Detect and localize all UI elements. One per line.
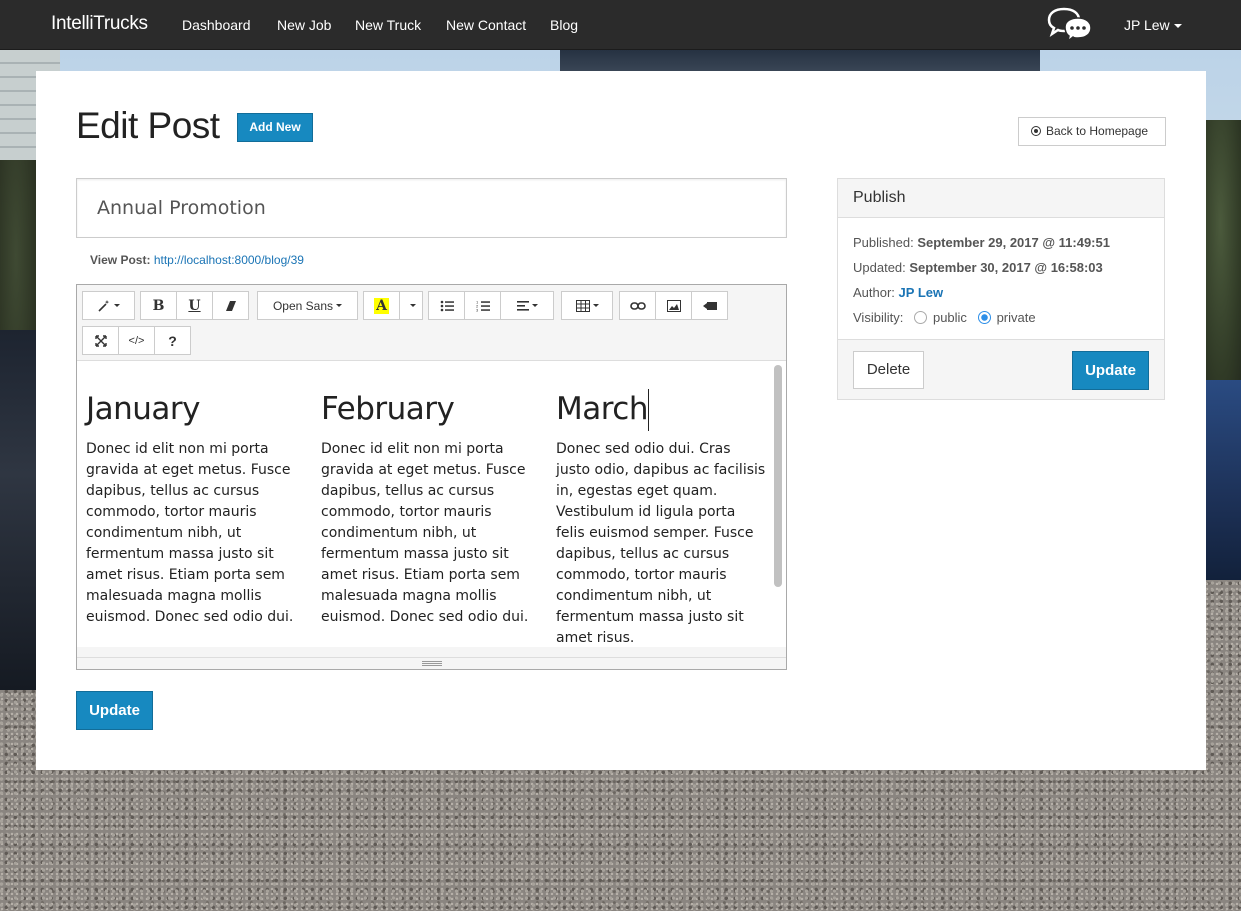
font-family-dropdown[interactable]: Open Sans — [257, 291, 358, 320]
visibility-row: Visibility: public private — [853, 305, 1149, 330]
user-menu[interactable]: JP Lew — [1124, 17, 1182, 33]
font-color-icon[interactable]: A — [363, 291, 400, 320]
eraser-icon[interactable] — [212, 291, 249, 320]
nav-blog[interactable]: Blog — [550, 17, 578, 33]
visibility-public-label: public — [932, 310, 967, 325]
content-column-january: January Donec id elit non mi porta gravi… — [86, 391, 296, 628]
svg-text:3: 3 — [476, 307, 479, 312]
link-icon[interactable] — [619, 291, 656, 320]
style-group — [82, 291, 135, 320]
back-to-homepage-button[interactable]: Back to Homepage — [1018, 117, 1166, 146]
publish-panel-footer: Delete Update — [838, 339, 1164, 399]
editor-resize-handle[interactable] — [77, 657, 786, 669]
unordered-list-icon[interactable] — [428, 291, 465, 320]
magic-wand-icon[interactable] — [82, 291, 135, 320]
user-name: JP Lew — [1124, 17, 1170, 33]
underline-icon[interactable]: U — [176, 291, 213, 320]
update-button[interactable]: Update — [76, 691, 153, 730]
video-icon[interactable] — [691, 291, 728, 320]
column-heading: February — [321, 391, 455, 427]
top-navbar: IntelliTrucks Dashboard New Job New Truc… — [0, 0, 1241, 50]
updated-label: Updated: — [853, 260, 906, 275]
content-column-march: March Donec sed odio dui. Cras justo odi… — [556, 391, 766, 647]
vertical-scrollbar[interactable] — [774, 365, 782, 587]
font-family-group: Open Sans — [257, 291, 358, 320]
grip-icon — [422, 661, 442, 666]
content-column-february: February Donec id elit non mi porta grav… — [321, 391, 531, 628]
view-post-url[interactable]: http://localhost:8000/blog/39 — [154, 253, 304, 267]
chevron-down-icon — [1173, 24, 1182, 29]
ordered-list-icon[interactable]: 123 — [464, 291, 501, 320]
color-group: A — [363, 291, 423, 320]
add-new-button[interactable]: Add New — [237, 113, 313, 142]
brand-logo[interactable]: IntelliTrucks — [51, 13, 148, 35]
update-sidebar-button[interactable]: Update — [1072, 351, 1149, 390]
view-post-link-row: View Post: http://localhost:8000/blog/39 — [90, 253, 304, 267]
text-cursor — [648, 389, 649, 431]
page-title: Edit Post — [76, 105, 220, 146]
publish-panel: Publish Published: September 29, 2017 @ … — [837, 178, 1165, 400]
editor-toolbar: B U Open Sans A 123 </> ? — [77, 285, 786, 360]
updated-row: Updated: September 30, 2017 @ 16:58:03 — [853, 255, 1149, 280]
visibility-private-label: private — [996, 310, 1036, 325]
updated-value: September 30, 2017 @ 16:58:03 — [909, 260, 1103, 275]
publish-panel-body: Published: September 29, 2017 @ 11:49:51… — [838, 218, 1164, 330]
delete-button[interactable]: Delete — [853, 351, 924, 389]
help-icon[interactable]: ? — [154, 326, 191, 355]
nav-dashboard[interactable]: Dashboard — [182, 17, 251, 33]
publish-panel-heading: Publish — [838, 179, 1164, 218]
view-post-label: View Post: — [90, 253, 151, 267]
column-text: Donec sed odio dui. Cras justo odio, dap… — [556, 441, 766, 646]
author-label: Author: — [853, 285, 895, 300]
nav-new-contact[interactable]: New Contact — [446, 17, 526, 33]
back-label: Back to Homepage — [1046, 124, 1149, 138]
view-group: </> ? — [82, 326, 191, 355]
visibility-label: Visibility: — [853, 310, 904, 325]
content-card: Edit Post Add New Back to Homepage Annua… — [36, 71, 1206, 770]
post-title-input[interactable]: Annual Promotion — [76, 178, 787, 238]
chat-bubbles-icon[interactable] — [1045, 6, 1095, 46]
paragraph-group: 123 — [428, 291, 554, 320]
column-heading: March — [556, 391, 649, 427]
visibility-public-radio[interactable] — [913, 311, 927, 324]
table-icon[interactable] — [561, 291, 613, 320]
editor-content-area[interactable]: January Donec id elit non mi porta gravi… — [77, 360, 786, 647]
published-row: Published: September 29, 2017 @ 11:49:51 — [853, 230, 1149, 255]
nav-new-job[interactable]: New Job — [277, 17, 331, 33]
fullscreen-icon[interactable] — [82, 326, 119, 355]
column-text: Donec id elit non mi porta gravida at eg… — [321, 441, 529, 625]
table-group — [561, 291, 613, 320]
bold-icon[interactable]: B — [140, 291, 177, 320]
published-label: Published: — [853, 235, 914, 250]
author-row: Author: JP Lew — [853, 280, 1149, 305]
author-link[interactable]: JP Lew — [899, 285, 944, 300]
align-icon[interactable] — [500, 291, 554, 320]
codeview-icon[interactable]: </> — [118, 326, 155, 355]
visibility-private-radio[interactable] — [977, 311, 991, 324]
font-name: Open Sans — [272, 298, 334, 313]
color-dropdown-icon[interactable] — [399, 291, 423, 320]
column-heading: January — [86, 391, 201, 427]
nav-new-truck[interactable]: New Truck — [355, 17, 421, 33]
picture-icon[interactable] — [655, 291, 692, 320]
circle-arrow-icon — [1031, 126, 1041, 136]
insert-group — [619, 291, 728, 320]
rich-text-editor: B U Open Sans A 123 </> ? January Donec … — [76, 284, 787, 670]
font-style-group: B U — [140, 291, 249, 320]
column-text: Donec id elit non mi porta gravida at eg… — [86, 441, 294, 625]
published-value: September 29, 2017 @ 11:49:51 — [917, 235, 1110, 250]
